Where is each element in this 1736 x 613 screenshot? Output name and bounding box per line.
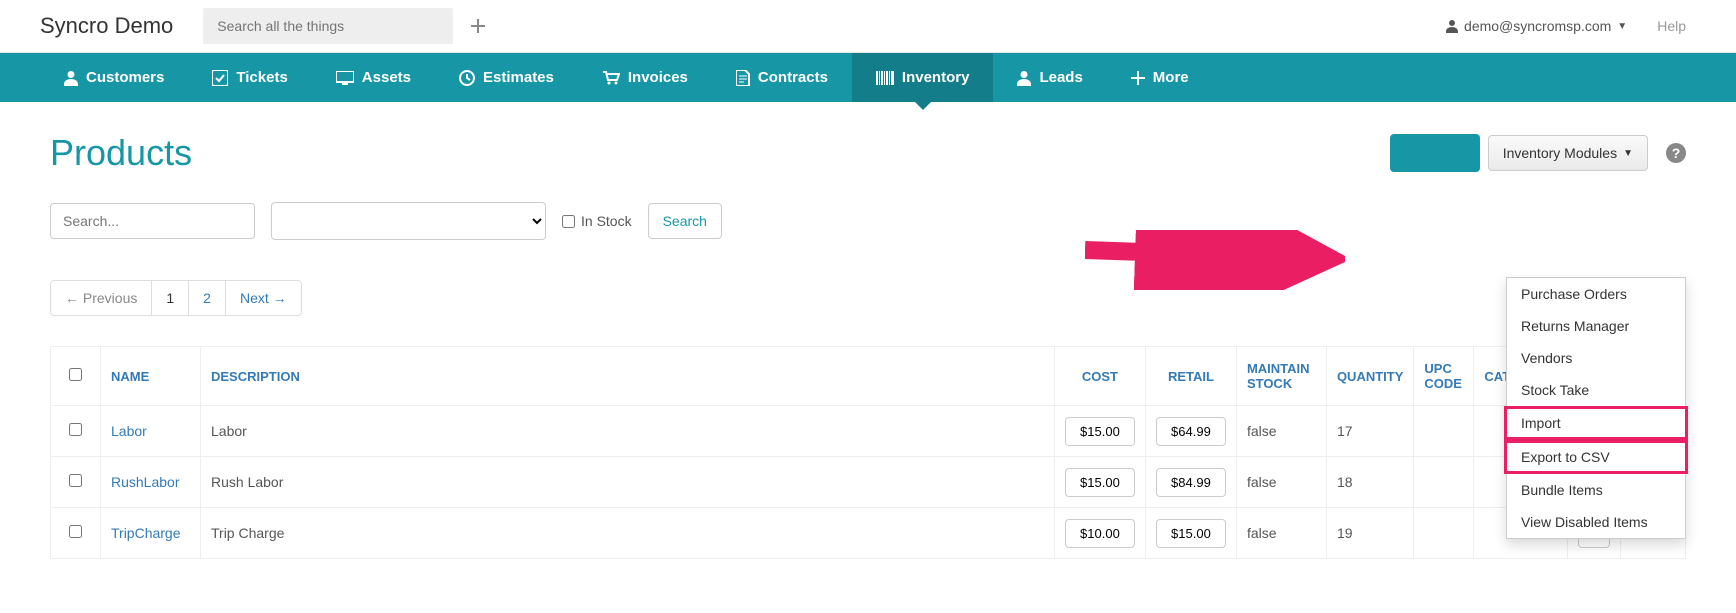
- dropdown-vendors[interactable]: Vendors: [1507, 342, 1685, 374]
- col-upc[interactable]: UPC CODE: [1414, 347, 1474, 406]
- instock-checkbox[interactable]: [562, 215, 575, 228]
- product-name-link[interactable]: RushLabor: [111, 474, 180, 490]
- dropdown-purchase-orders[interactable]: Purchase Orders: [1507, 278, 1685, 310]
- retail-input[interactable]: [1156, 468, 1226, 497]
- topbar: Syncro Demo demo@syncromsp.com ▼ Help: [0, 0, 1736, 53]
- page-2[interactable]: 2: [189, 281, 226, 315]
- inventory-modules-button[interactable]: Inventory Modules ▼: [1488, 135, 1648, 171]
- product-name-link[interactable]: Labor: [111, 423, 147, 439]
- select-all-checkbox[interactable]: [69, 368, 82, 381]
- col-quantity[interactable]: QUANTITY: [1326, 347, 1413, 406]
- quantity: 19: [1326, 508, 1413, 559]
- retail-input[interactable]: [1156, 519, 1226, 548]
- search-input[interactable]: [50, 203, 255, 239]
- product-description: Rush Labor: [201, 457, 1055, 508]
- maintain-stock: false: [1236, 457, 1326, 508]
- clock-icon: [459, 70, 475, 86]
- row-checkbox[interactable]: [69, 474, 82, 487]
- nav-assets[interactable]: Assets: [312, 53, 435, 102]
- caret-down-icon: ▼: [1617, 21, 1627, 32]
- user-icon: [64, 70, 78, 86]
- nav-leads[interactable]: Leads: [993, 53, 1106, 102]
- maintain-stock: false: [1236, 508, 1326, 559]
- table-row: TripCharge Trip Charge false 19 disable: [51, 508, 1686, 559]
- product-name-link[interactable]: TripCharge: [111, 525, 181, 541]
- table-row: Labor Labor false 17 disable: [51, 406, 1686, 457]
- prev-page[interactable]: ← Previous: [51, 281, 152, 315]
- help-icon[interactable]: ?: [1666, 143, 1686, 163]
- next-page[interactable]: Next →: [226, 281, 301, 315]
- products-table: NAME DESCRIPTION COST RETAIL MAINTAIN ST…: [50, 346, 1686, 559]
- quantity: 17: [1326, 406, 1413, 457]
- page-1[interactable]: 1: [152, 281, 189, 315]
- instock-checkbox-label[interactable]: In Stock: [562, 213, 632, 229]
- col-cost[interactable]: COST: [1054, 347, 1145, 406]
- select-all-header: [51, 347, 101, 406]
- col-maintain[interactable]: MAINTAIN STOCK: [1236, 347, 1326, 406]
- filters: In Stock Search: [50, 202, 1686, 240]
- nav-estimates[interactable]: Estimates: [435, 53, 578, 102]
- nav-contracts[interactable]: Contracts: [712, 53, 852, 102]
- category-select[interactable]: [271, 202, 546, 240]
- col-name[interactable]: NAME: [101, 347, 201, 406]
- cost-input[interactable]: [1065, 468, 1135, 497]
- user-icon: [1446, 19, 1458, 33]
- dropdown-import[interactable]: Import: [1504, 406, 1688, 440]
- col-description[interactable]: DESCRIPTION: [201, 347, 1055, 406]
- cost-input[interactable]: [1065, 417, 1135, 446]
- col-retail[interactable]: RETAIL: [1145, 347, 1236, 406]
- barcode-icon: [876, 71, 894, 85]
- nav-more[interactable]: More: [1107, 53, 1213, 102]
- page-title: Products: [50, 132, 1390, 174]
- row-checkbox[interactable]: [69, 525, 82, 538]
- upc: [1414, 457, 1474, 508]
- user-icon: [1017, 70, 1031, 86]
- product-description: Labor: [201, 406, 1055, 457]
- check-icon: [212, 70, 228, 86]
- dropdown-export-csv[interactable]: Export to CSV: [1504, 440, 1688, 474]
- caret-down-icon: ▼: [1623, 148, 1633, 159]
- dropdown-returns-manager[interactable]: Returns Manager: [1507, 310, 1685, 342]
- help-link[interactable]: Help: [1657, 18, 1686, 34]
- navbar: Customers Tickets Assets Estimates Invoi…: [0, 53, 1736, 102]
- dropdown-view-disabled[interactable]: View Disabled Items: [1507, 506, 1685, 538]
- file-icon: [736, 70, 750, 86]
- cost-input[interactable]: [1065, 519, 1135, 548]
- global-search-input[interactable]: [203, 8, 453, 44]
- inventory-modules-dropdown: Purchase Orders Returns Manager Vendors …: [1506, 277, 1686, 539]
- retail-input[interactable]: [1156, 417, 1226, 446]
- dropdown-bundle-items[interactable]: Bundle Items: [1507, 474, 1685, 506]
- nav-inventory[interactable]: Inventory: [852, 53, 994, 102]
- quantity: 18: [1326, 457, 1413, 508]
- maintain-stock: false: [1236, 406, 1326, 457]
- product-description: Trip Charge: [201, 508, 1055, 559]
- upc: [1414, 508, 1474, 559]
- pagination: ← Previous 1 2 Next →: [50, 280, 302, 316]
- nav-tickets[interactable]: Tickets: [188, 53, 311, 102]
- upc: [1414, 406, 1474, 457]
- row-checkbox[interactable]: [69, 423, 82, 436]
- content: Products Inventory Modules ▼ ? Purchase …: [0, 102, 1736, 579]
- plus-icon: [1131, 71, 1145, 85]
- dropdown-stock-take[interactable]: Stock Take: [1507, 374, 1685, 406]
- search-button[interactable]: Search: [648, 203, 722, 239]
- user-email: demo@syncromsp.com: [1464, 18, 1611, 34]
- nav-invoices[interactable]: Invoices: [578, 53, 712, 102]
- table-row: RushLabor Rush Labor false 18 disable: [51, 457, 1686, 508]
- brand[interactable]: Syncro Demo: [40, 13, 173, 39]
- nav-customers[interactable]: Customers: [40, 53, 188, 102]
- monitor-icon: [336, 71, 354, 85]
- user-menu[interactable]: demo@syncromsp.com ▼: [1446, 18, 1627, 34]
- add-icon[interactable]: [471, 19, 485, 33]
- cart-icon: [602, 71, 620, 85]
- hidden-button[interactable]: [1390, 134, 1480, 172]
